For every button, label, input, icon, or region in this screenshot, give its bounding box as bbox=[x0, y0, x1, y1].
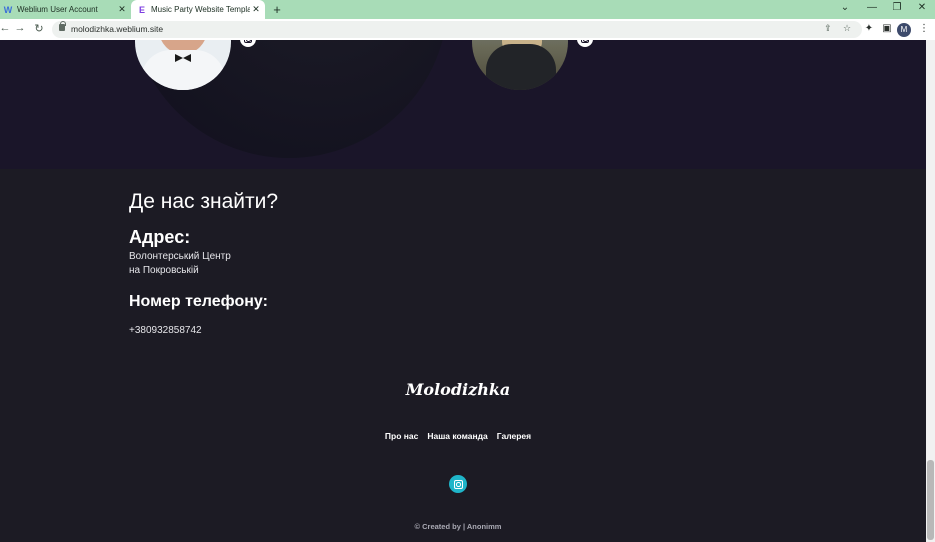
share-icon[interactable]: ⇪ bbox=[822, 23, 834, 34]
team-member-photo bbox=[135, 40, 231, 90]
bookmark-star-icon[interactable]: ☆ bbox=[841, 23, 853, 34]
tab-close-icon[interactable]: ✕ bbox=[250, 4, 262, 15]
tab-search-icon[interactable]: ⌄ bbox=[838, 2, 852, 13]
page-viewport: Де нас знайти? Адрес: Волонтерський Цент… bbox=[0, 40, 926, 542]
close-window-button[interactable]: ✕ bbox=[915, 2, 929, 13]
extensions-icon[interactable]: ✦ bbox=[862, 23, 876, 34]
browser-toolbar: ← → ↻ molodizhka.weblium.site ⇪ ☆ ✦ ▣ M … bbox=[0, 19, 935, 40]
address-heading: Адрес: bbox=[129, 227, 191, 247]
team-section bbox=[0, 40, 926, 169]
contacts-section: Де нас знайти? Адрес: Волонтерський Цент… bbox=[0, 169, 926, 542]
lock-icon[interactable] bbox=[59, 21, 66, 31]
reload-icon[interactable]: ↻ bbox=[32, 22, 46, 35]
instagram-icon[interactable] bbox=[577, 40, 593, 47]
url-text[interactable]: molodizhka.weblium.site bbox=[71, 24, 163, 34]
contacts-heading: Де нас знайти? bbox=[129, 190, 279, 213]
footer-link-gallery[interactable]: Галерея bbox=[497, 431, 531, 441]
back-icon[interactable]: ← bbox=[0, 22, 12, 34]
tab-music-party[interactable]: E Music Party Website Template De ✕ bbox=[131, 0, 265, 19]
new-tab-button[interactable]: + bbox=[270, 2, 284, 17]
address-bar[interactable]: molodizhka.weblium.site ⇪ ☆ bbox=[52, 21, 862, 38]
side-panel-icon[interactable]: ▣ bbox=[880, 23, 894, 34]
elementor-favicon-icon: E bbox=[138, 4, 145, 15]
tab-bar: W Weblium User Account ✕ E Music Party W… bbox=[0, 0, 935, 19]
restore-button[interactable]: ❐ bbox=[890, 2, 904, 13]
page-scrollbar[interactable] bbox=[926, 40, 935, 542]
address-line: на Покровській bbox=[129, 265, 199, 276]
photo-shirt bbox=[141, 50, 225, 90]
forward-icon[interactable]: → bbox=[13, 22, 27, 34]
footer-logo[interactable]: Molodizhka bbox=[0, 380, 916, 399]
weblium-favicon-icon: W bbox=[3, 4, 13, 15]
scrollbar-thumb[interactable] bbox=[927, 460, 934, 540]
team-member-photo bbox=[472, 40, 568, 90]
profile-avatar[interactable]: M bbox=[897, 23, 911, 37]
footer-link-team[interactable]: Наша команда bbox=[427, 431, 487, 441]
footer-menu: Про нас Наша команда Галерея bbox=[0, 431, 916, 441]
tab-weblium-account[interactable]: W Weblium User Account ✕ bbox=[0, 0, 131, 19]
tab-title: Music Party Website Template De bbox=[151, 5, 250, 14]
instagram-icon[interactable] bbox=[449, 475, 467, 493]
tab-close-icon[interactable]: ✕ bbox=[116, 4, 128, 15]
phone-number: +380932858742 bbox=[129, 325, 202, 336]
tab-title: Weblium User Account bbox=[17, 5, 98, 14]
minimize-button[interactable]: — bbox=[865, 2, 879, 13]
menu-kebab-icon[interactable]: ⋮ bbox=[917, 23, 931, 34]
footer-credits: © Created by | Anonimm bbox=[414, 522, 502, 531]
address-line: Волонтерський Центр bbox=[129, 251, 231, 262]
phone-heading: Номер телефону: bbox=[129, 293, 268, 310]
photo-coat bbox=[486, 44, 556, 90]
footer-link-about[interactable]: Про нас bbox=[385, 431, 418, 441]
